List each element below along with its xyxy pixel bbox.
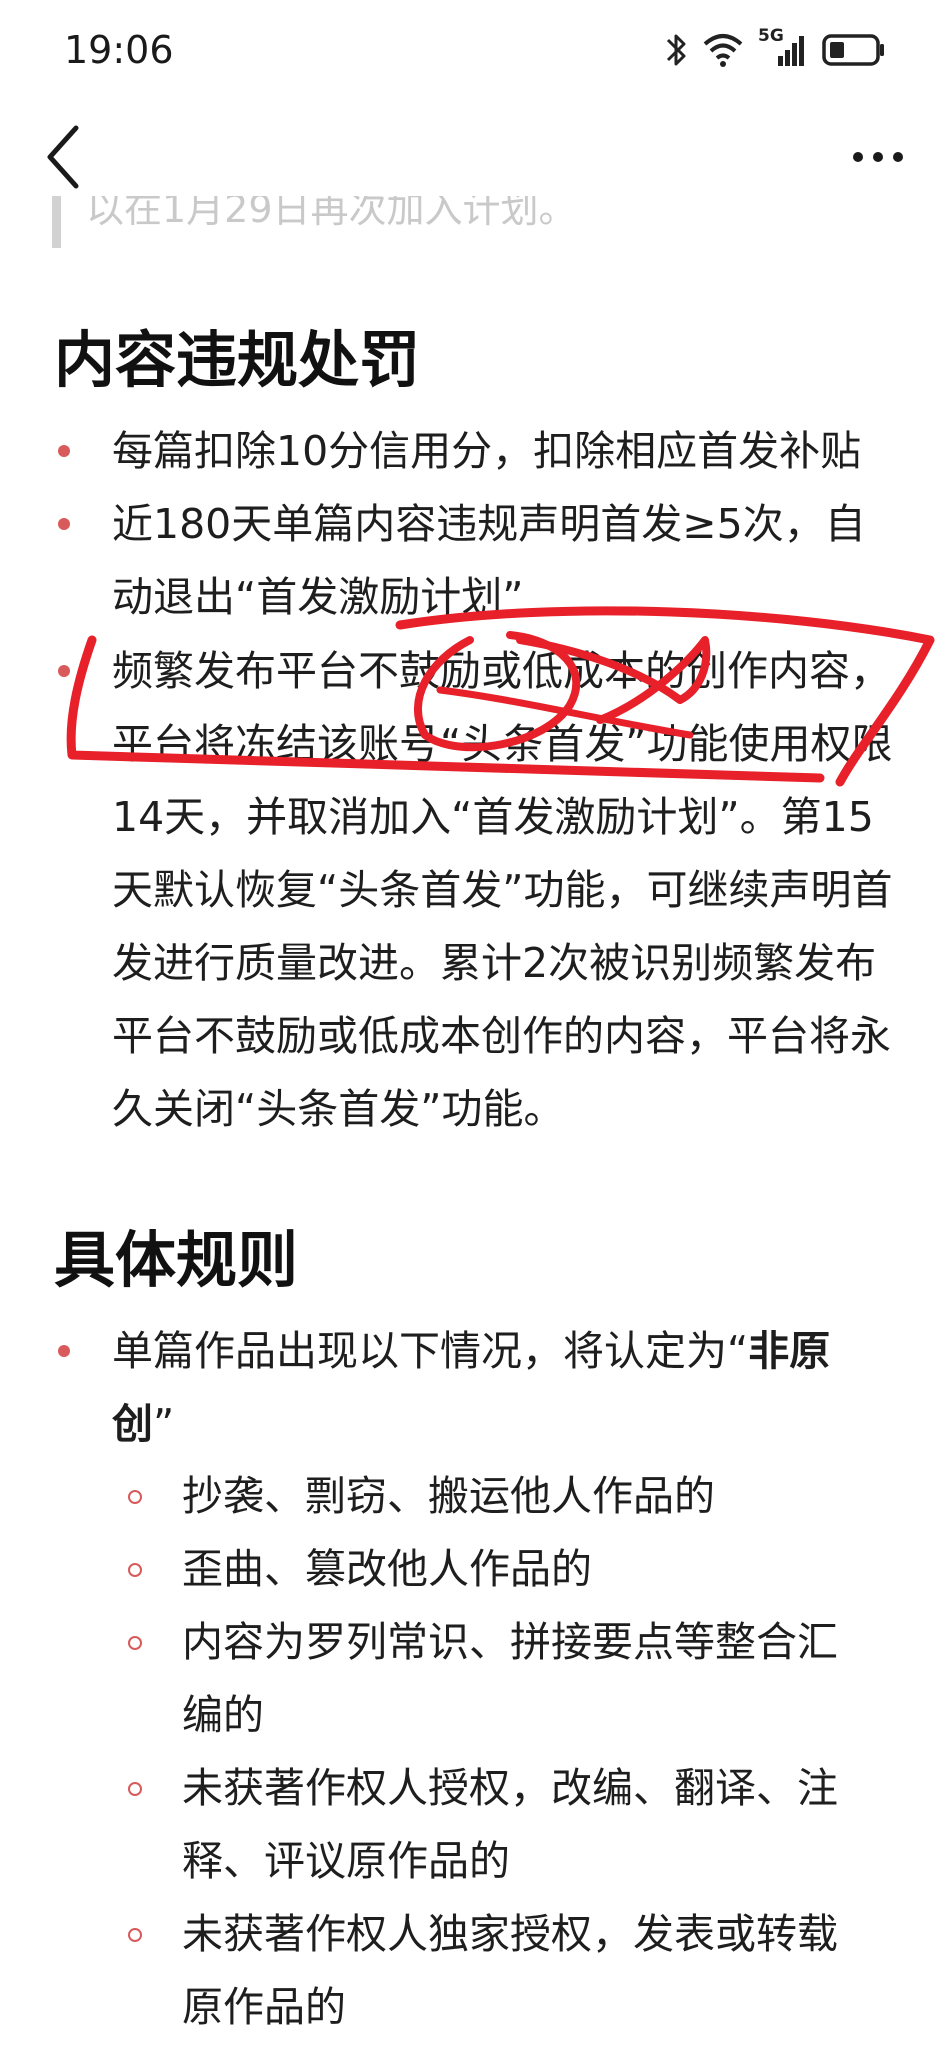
sub-list-item: 抄袭、剽窃、搬运他人作品的 <box>182 1472 715 1520</box>
sub-bullet-circle <box>128 1928 142 1942</box>
back-button[interactable] <box>38 120 92 194</box>
signal-icon: 5G <box>758 26 808 70</box>
sub-bullet-circle <box>128 1490 142 1504</box>
bluetooth-icon <box>666 34 686 66</box>
sub-list-item: 未获著作权人授权，改编、翻译、注释、评议原作品的 <box>182 1764 838 1885</box>
lead-prefix: 单篇作品出现以下情况，将认定为“ <box>112 1327 749 1375</box>
status-time: 19:06 <box>64 28 174 72</box>
sub-bullet-circle <box>128 1636 142 1650</box>
bullet-dot <box>58 665 70 677</box>
quote-block: 以在1月29日再次加入计划。 <box>52 196 852 248</box>
sub-list-item: 未获著作权人独家授权，发表或转载原作品的 <box>182 1910 838 2031</box>
status-icons: 5G <box>664 26 886 70</box>
nav-bar <box>0 110 946 200</box>
list-item: 频繁发布平台不鼓励或低成本的创作内容，平台将冻结该账号“头条首发”功能使用权限1… <box>112 647 893 1133</box>
more-horizontal-icon <box>853 152 903 162</box>
battery-icon <box>822 34 884 66</box>
sub-bullet-circle <box>128 1563 142 1577</box>
section-title-rules: 具体规则 <box>54 1225 299 1296</box>
sub-bullet-circle <box>128 1782 142 1796</box>
list-item-lead: 单篇作品出现以下情况，将认定为“非原创” <box>112 1315 872 1461</box>
sub-list-item: 内容为罗列常识、拼接要点等整合汇编的 <box>182 1618 838 1739</box>
list-item: 近180天单篇内容违规声明首发≥5次，自动退出“首发激励计划” <box>112 500 866 621</box>
section-title-penalties: 内容违规处罚 <box>54 325 421 396</box>
more-button[interactable] <box>848 132 908 182</box>
bullet-dot <box>58 445 70 457</box>
quote-text: 以在1月29日再次加入计划。 <box>86 196 577 231</box>
sub-list-item: 歪曲、篡改他人作品的 <box>182 1545 592 1593</box>
wifi-icon <box>703 34 743 67</box>
bullet-dot <box>58 518 70 530</box>
chevron-left-icon <box>47 125 79 189</box>
quote-bar <box>52 196 61 248</box>
lead-suffix: ” <box>153 1400 175 1448</box>
list-item: 每篇扣除10分信用分，扣除相应首发补贴 <box>112 427 862 475</box>
bullet-dot <box>58 1345 70 1357</box>
status-bar: 19:06 5G <box>0 0 946 100</box>
